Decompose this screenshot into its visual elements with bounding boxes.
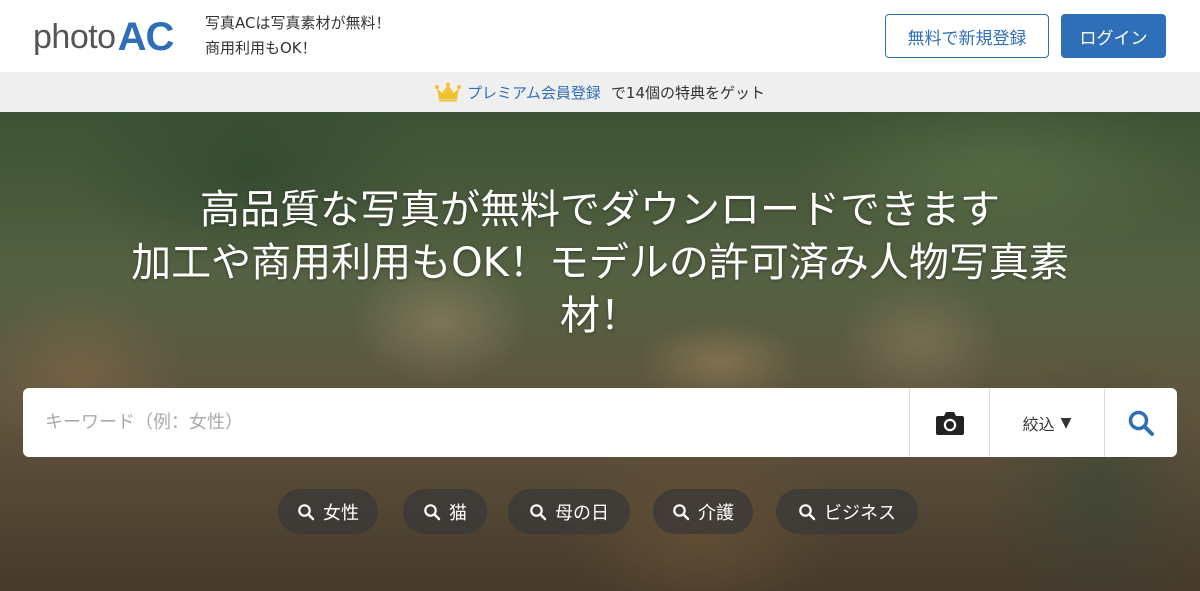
- hero-title: 高品質な写真が無料でダウンロードできます 加工や商用利用もOK！モデルの許可済み…: [40, 184, 1160, 343]
- login-button[interactable]: ログイン: [1061, 14, 1166, 58]
- tag-button[interactable]: 介護: [653, 489, 753, 534]
- logo-photo-text: photo: [33, 18, 116, 56]
- tag-button[interactable]: 女性: [278, 489, 378, 534]
- search-icon: [799, 503, 816, 520]
- tag-label: ビジネス: [824, 502, 896, 524]
- crown-icon: [434, 82, 461, 102]
- premium-benefit-text: で14個の特典をゲット: [610, 83, 766, 102]
- filter-arrow-icon: ▼: [1060, 414, 1072, 431]
- site-tagline: 写真ACは写真素材が無料！ 商用利用もOK！: [205, 11, 390, 61]
- search-input[interactable]: [23, 388, 909, 457]
- search-icon: [424, 503, 441, 520]
- tag-label: 介護: [698, 502, 734, 524]
- premium-register-link[interactable]: プレミアム会員登録: [467, 82, 601, 103]
- tag-button[interactable]: 猫: [403, 489, 487, 534]
- hero-title-line2: 加工や商用利用もOK！モデルの許可済み人物写真素: [131, 240, 1069, 286]
- search-bar: 絞込 ▼: [23, 388, 1177, 457]
- popular-tags: 女性 猫 母の日 介護 ビジネス: [0, 489, 1200, 535]
- hero-title-line1: 高品質な写真が無料でダウンロードできます: [200, 187, 1000, 233]
- tagline-line2: 商用利用もOK！: [205, 39, 317, 57]
- tag-label: 猫: [449, 502, 467, 524]
- filter-label: 絞込: [1022, 414, 1055, 434]
- search-icon: [673, 503, 690, 520]
- search-icon: [298, 503, 315, 520]
- search-icon: [530, 503, 547, 520]
- tagline-line1: 写真ACは写真素材が無料！: [205, 14, 391, 32]
- search-button[interactable]: [1104, 388, 1177, 457]
- filter-button[interactable]: 絞込 ▼: [989, 388, 1104, 457]
- tag-label: 母の日: [555, 502, 609, 524]
- hero-title-line3: 材！: [560, 293, 640, 339]
- site-header: photo AC 写真ACは写真素材が無料！ 商用利用もOK！ 無料で新規登録 …: [0, 0, 1200, 72]
- camera-icon: [935, 411, 964, 435]
- hero-section: 高品質な写真が無料でダウンロードできます 加工や商用利用もOK！モデルの許可済み…: [0, 112, 1200, 591]
- premium-banner: プレミアム会員登録 で14個の特典をゲット: [0, 72, 1200, 112]
- image-search-button[interactable]: [909, 388, 989, 457]
- tag-button[interactable]: ビジネス: [776, 489, 918, 534]
- register-button[interactable]: 無料で新規登録: [885, 14, 1049, 58]
- logo-ac-text: AC: [117, 15, 175, 59]
- search-icon: [1128, 410, 1154, 436]
- photoac-logo[interactable]: photo AC: [33, 13, 175, 59]
- tag-button[interactable]: 母の日: [508, 489, 630, 534]
- tag-label: 女性: [323, 502, 359, 524]
